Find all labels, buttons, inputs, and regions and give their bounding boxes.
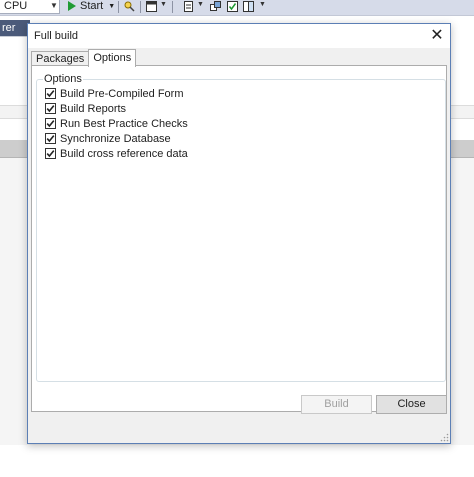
play-icon bbox=[68, 1, 76, 11]
option-checkbox[interactable] bbox=[45, 148, 56, 159]
tab-packages[interactable]: Packages bbox=[31, 51, 90, 66]
checkmark-icon bbox=[46, 135, 55, 143]
tab-options[interactable]: Options bbox=[88, 49, 137, 67]
close-icon[interactable]: ✕ bbox=[428, 27, 446, 45]
options-group-label: Options bbox=[43, 73, 83, 85]
option-run-best-practice-checks[interactable]: Run Best Practice Checks bbox=[45, 116, 188, 131]
full-build-dialog: Full build ✕ Packages Options Options Bu… bbox=[27, 23, 451, 444]
checkmark-icon bbox=[46, 105, 55, 113]
ide-toolbar: CPU ▼ Start ▼ ▼ ▼ ▼ bbox=[0, 0, 474, 16]
chevron-down-icon[interactable]: ▼ bbox=[49, 0, 59, 12]
chevron-down-icon[interactable]: ▼ bbox=[108, 3, 115, 10]
chevron-down-icon[interactable]: ▼ bbox=[160, 1, 167, 8]
dialog-footer bbox=[28, 422, 450, 443]
build-button[interactable]: Build bbox=[301, 395, 372, 414]
platform-combo-value: CPU bbox=[4, 0, 28, 12]
toolbar-separator bbox=[172, 1, 173, 13]
options-groupbox: Options Build Pre-Compiled Form Build Re… bbox=[36, 73, 446, 382]
window-icon[interactable] bbox=[146, 1, 157, 12]
document-icon[interactable] bbox=[183, 1, 194, 12]
ide-side-tab-label: rer bbox=[2, 22, 16, 34]
option-label: Run Best Practice Checks bbox=[60, 117, 188, 130]
option-build-pre-compiled-form[interactable]: Build Pre-Compiled Form bbox=[45, 86, 188, 101]
resize-grip-icon[interactable] bbox=[439, 432, 449, 442]
options-tab-panel: Options Build Pre-Compiled Form Build Re… bbox=[31, 65, 447, 412]
option-checkbox[interactable] bbox=[45, 133, 56, 144]
checkmark-icon bbox=[46, 150, 55, 158]
option-label: Build Reports bbox=[60, 102, 127, 115]
option-label: Synchronize Database bbox=[60, 132, 171, 145]
dialog-tabs: Packages Options bbox=[31, 49, 137, 67]
close-button[interactable]: Close bbox=[376, 395, 447, 414]
option-build-reports[interactable]: Build Reports bbox=[45, 101, 188, 116]
chevron-down-icon[interactable]: ▼ bbox=[197, 1, 204, 8]
ide-side-tab[interactable]: rer bbox=[0, 20, 30, 36]
option-checkbox[interactable] bbox=[45, 118, 56, 129]
start-label: Start bbox=[80, 0, 104, 12]
toolbar-separator bbox=[140, 1, 141, 13]
checkmark-icon bbox=[46, 90, 55, 98]
layers-icon[interactable] bbox=[210, 1, 221, 12]
option-label: Build Pre-Compiled Form bbox=[60, 87, 184, 100]
options-list: Build Pre-Compiled Form Build Reports Ru… bbox=[45, 86, 188, 161]
dialog-title: Full build bbox=[34, 30, 79, 42]
option-build-cross-reference-data[interactable]: Build cross reference data bbox=[45, 146, 188, 161]
option-label: Build cross reference data bbox=[60, 147, 188, 160]
option-checkbox[interactable] bbox=[45, 88, 56, 99]
find-icon[interactable] bbox=[124, 1, 135, 12]
checkmark-icon bbox=[46, 120, 55, 128]
dialog-titlebar[interactable]: Full build ✕ bbox=[28, 24, 450, 48]
option-checkbox[interactable] bbox=[45, 103, 56, 114]
chevron-down-icon[interactable]: ▼ bbox=[259, 1, 266, 8]
option-synchronize-database[interactable]: Synchronize Database bbox=[45, 131, 188, 146]
platform-combo[interactable]: CPU ▼ bbox=[0, 0, 60, 14]
check-document-icon[interactable] bbox=[227, 1, 238, 12]
start-button[interactable]: Start ▼ bbox=[68, 0, 115, 12]
ide-pane-divider bbox=[0, 36, 30, 37]
toolbar-separator bbox=[118, 1, 119, 13]
compare-icon[interactable] bbox=[243, 1, 254, 12]
